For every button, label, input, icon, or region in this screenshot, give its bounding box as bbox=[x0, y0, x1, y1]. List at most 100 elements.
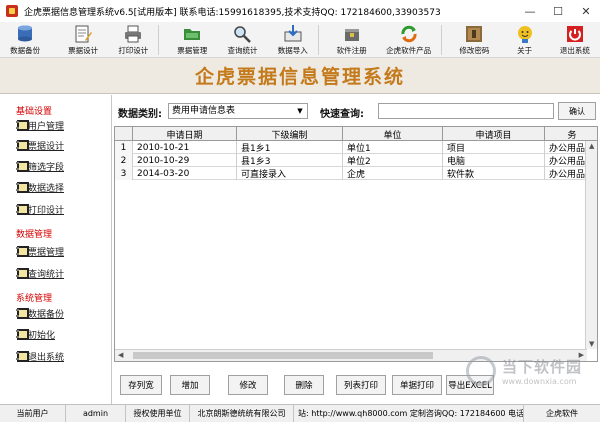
notebook-icon bbox=[16, 306, 32, 321]
data-table: 申请日期 下级编制 单位 申请项目 务 1 2010-10-21 县1乡1 单位… bbox=[114, 126, 598, 362]
package-icon bbox=[342, 24, 362, 44]
status-company: 北京朗斯德统统有限公司 bbox=[190, 404, 294, 422]
delete-button[interactable]: 删除 bbox=[284, 375, 324, 395]
watermark-icon bbox=[466, 356, 496, 386]
sidebar-item-exit[interactable]: 退出系统 bbox=[16, 348, 64, 364]
confirm-button[interactable]: 确认 bbox=[558, 102, 596, 120]
notebook-icon bbox=[16, 349, 32, 364]
sidebar-item-query-stats[interactable]: 查询统计 bbox=[16, 265, 64, 281]
banner: 企虎票据信息管理系统 bbox=[0, 58, 600, 94]
watermark-logo: 当下软件园 www.downxia.com bbox=[466, 352, 596, 396]
sidebar-item-label: 数据选择 bbox=[28, 183, 65, 194]
column-header[interactable] bbox=[115, 127, 133, 141]
table-row[interactable]: 1 2010-10-21 县1乡1 单位1 项目 办公用品 bbox=[115, 141, 597, 154]
table-cell[interactable]: 项目 bbox=[443, 141, 545, 154]
sidebar-item-label: 打印设计 bbox=[28, 205, 65, 216]
scroll-thumb[interactable] bbox=[133, 352, 433, 359]
register-button[interactable]: 软件注册 bbox=[327, 22, 377, 58]
scroll-left-icon[interactable]: ◀ bbox=[118, 351, 123, 359]
toolbar-label: 退出系统 bbox=[559, 46, 590, 55]
table-cell[interactable]: 单位1 bbox=[343, 141, 443, 154]
maximize-button[interactable]: ☐ bbox=[544, 0, 572, 22]
watermark-url: www.downxia.com bbox=[502, 377, 577, 386]
toolbar-label: 查询统计 bbox=[227, 46, 258, 55]
sidebar-item-label: 数据备份 bbox=[28, 309, 65, 320]
status-license-label: 授权使用单位 bbox=[126, 404, 190, 422]
table-cell[interactable]: 电脑 bbox=[443, 154, 545, 167]
data-import-button[interactable]: 数据导入 bbox=[268, 22, 318, 58]
table-cell[interactable]: 2010-10-29 bbox=[133, 154, 237, 167]
row-index: 3 bbox=[115, 167, 133, 180]
column-header[interactable]: 下级编制 bbox=[237, 127, 343, 141]
table-cell[interactable]: 2014-03-20 bbox=[133, 167, 237, 180]
column-header[interactable]: 单位 bbox=[343, 127, 443, 141]
sidebar-item-label: 查询统计 bbox=[28, 269, 65, 280]
ticket-design-button[interactable]: 票据设计 bbox=[58, 22, 108, 58]
vertical-scrollbar[interactable]: ▲ ▼ bbox=[585, 141, 597, 349]
table-cell[interactable]: 软件款 bbox=[443, 167, 545, 180]
edit-button[interactable]: 修改 bbox=[228, 375, 268, 395]
ticket-manage-button[interactable]: 票据管理 bbox=[167, 22, 217, 58]
print-design-button[interactable]: 打印设计 bbox=[108, 22, 158, 58]
table-row[interactable]: 3 2014-03-20 可直接录入 企虎 软件款 办公用品 bbox=[115, 167, 597, 180]
sidebar-item-print-design[interactable]: 打印设计 bbox=[16, 201, 64, 217]
title-bar: 企虎票据信息管理系统v6.5[试用版本] 联系电话:15991618395,技术… bbox=[0, 0, 600, 22]
table-cell[interactable]: 单位2 bbox=[343, 154, 443, 167]
sidebar-item-ticket-design[interactable]: 票据设计 bbox=[16, 137, 64, 153]
table-row[interactable]: 2 2010-10-29 县1乡3 单位2 电脑 办公用品 bbox=[115, 154, 597, 167]
scroll-up-icon[interactable]: ▲ bbox=[589, 142, 594, 150]
column-header[interactable]: 申请项目 bbox=[443, 127, 545, 141]
sidebar-item-users[interactable]: 用户管理 bbox=[16, 117, 64, 133]
sidebar-item-label: 初始化 bbox=[28, 330, 56, 341]
toolbar-label: 关于 bbox=[517, 46, 533, 55]
sidebar-item-backup[interactable]: 数据备份 bbox=[16, 305, 64, 321]
row-index: 1 bbox=[115, 141, 133, 154]
category-select[interactable]: 费用申请信息表 ▼ bbox=[168, 103, 308, 119]
row-index: 2 bbox=[115, 154, 133, 167]
list-print-button[interactable]: 列表打印 bbox=[336, 375, 386, 395]
sidebar-item-filter-fields[interactable]: 筛选字段 bbox=[16, 158, 64, 174]
search-input[interactable] bbox=[378, 103, 554, 119]
document-print-button[interactable]: 单据打印 bbox=[392, 375, 442, 395]
status-site: 站: http://www.qh8000.com 定制咨询QQ: 1721846… bbox=[294, 404, 524, 422]
exit-button[interactable]: 退出系统 bbox=[550, 22, 600, 58]
close-button[interactable]: ✕ bbox=[572, 0, 600, 22]
change-password-button[interactable]: 修改密码 bbox=[449, 22, 499, 58]
column-header[interactable]: 申请日期 bbox=[133, 127, 237, 141]
add-button[interactable]: 增加 bbox=[170, 375, 210, 395]
category-label: 数据类别: bbox=[118, 109, 162, 120]
window-title: 企虎票据信息管理系统v6.5[试用版本] 联系电话:15991618395,技术… bbox=[24, 7, 441, 18]
notebook-icon bbox=[16, 202, 32, 217]
import-icon bbox=[283, 24, 303, 44]
sidebar-item-data-select[interactable]: 数据选择 bbox=[16, 179, 64, 195]
sidebar-item-initialize[interactable]: 初始化 bbox=[16, 326, 55, 342]
minimize-button[interactable]: — bbox=[516, 0, 544, 22]
sidebar-item-label: 票据设计 bbox=[28, 141, 65, 152]
category-select-value: 费用申请信息表 bbox=[172, 106, 236, 116]
chevron-down-icon[interactable]: ▼ bbox=[294, 105, 306, 117]
products-button[interactable]: 企虎软件产品 bbox=[377, 22, 441, 58]
scroll-down-icon[interactable]: ▼ bbox=[589, 340, 594, 348]
table-cell[interactable]: 可直接录入 bbox=[237, 167, 343, 180]
search-label: 快速查询: bbox=[320, 109, 364, 120]
query-stats-button[interactable]: 查询统计 bbox=[217, 22, 267, 58]
backup-button[interactable]: 数据备份 bbox=[0, 22, 50, 58]
table-header: 申请日期 下级编制 单位 申请项目 务 bbox=[115, 127, 597, 141]
toolbar-label: 企虎软件产品 bbox=[386, 46, 432, 55]
table-cell[interactable]: 县1乡3 bbox=[237, 154, 343, 167]
status-user-value: admin bbox=[66, 404, 126, 422]
table-cell[interactable]: 县1乡1 bbox=[237, 141, 343, 154]
about-button[interactable]: 关于 bbox=[499, 22, 549, 58]
status-bar: 当前用户 admin 授权使用单位 北京朗斯德统统有限公司 站: http://… bbox=[0, 404, 600, 422]
toolbar-label: 数据备份 bbox=[10, 46, 41, 55]
sidebar-item-ticket-manage[interactable]: 票据管理 bbox=[16, 243, 64, 259]
column-header[interactable]: 务 bbox=[545, 127, 597, 141]
toolbar-label: 票据设计 bbox=[68, 46, 99, 55]
notebook-icon bbox=[16, 118, 32, 133]
sidebar-item-label: 筛选字段 bbox=[28, 162, 65, 173]
exit-icon bbox=[565, 24, 585, 44]
toolbar-label: 票据管理 bbox=[177, 46, 208, 55]
table-cell[interactable]: 企虎 bbox=[343, 167, 443, 180]
table-cell[interactable]: 2010-10-21 bbox=[133, 141, 237, 154]
save-column-width-button[interactable]: 存列宽 bbox=[120, 375, 162, 395]
